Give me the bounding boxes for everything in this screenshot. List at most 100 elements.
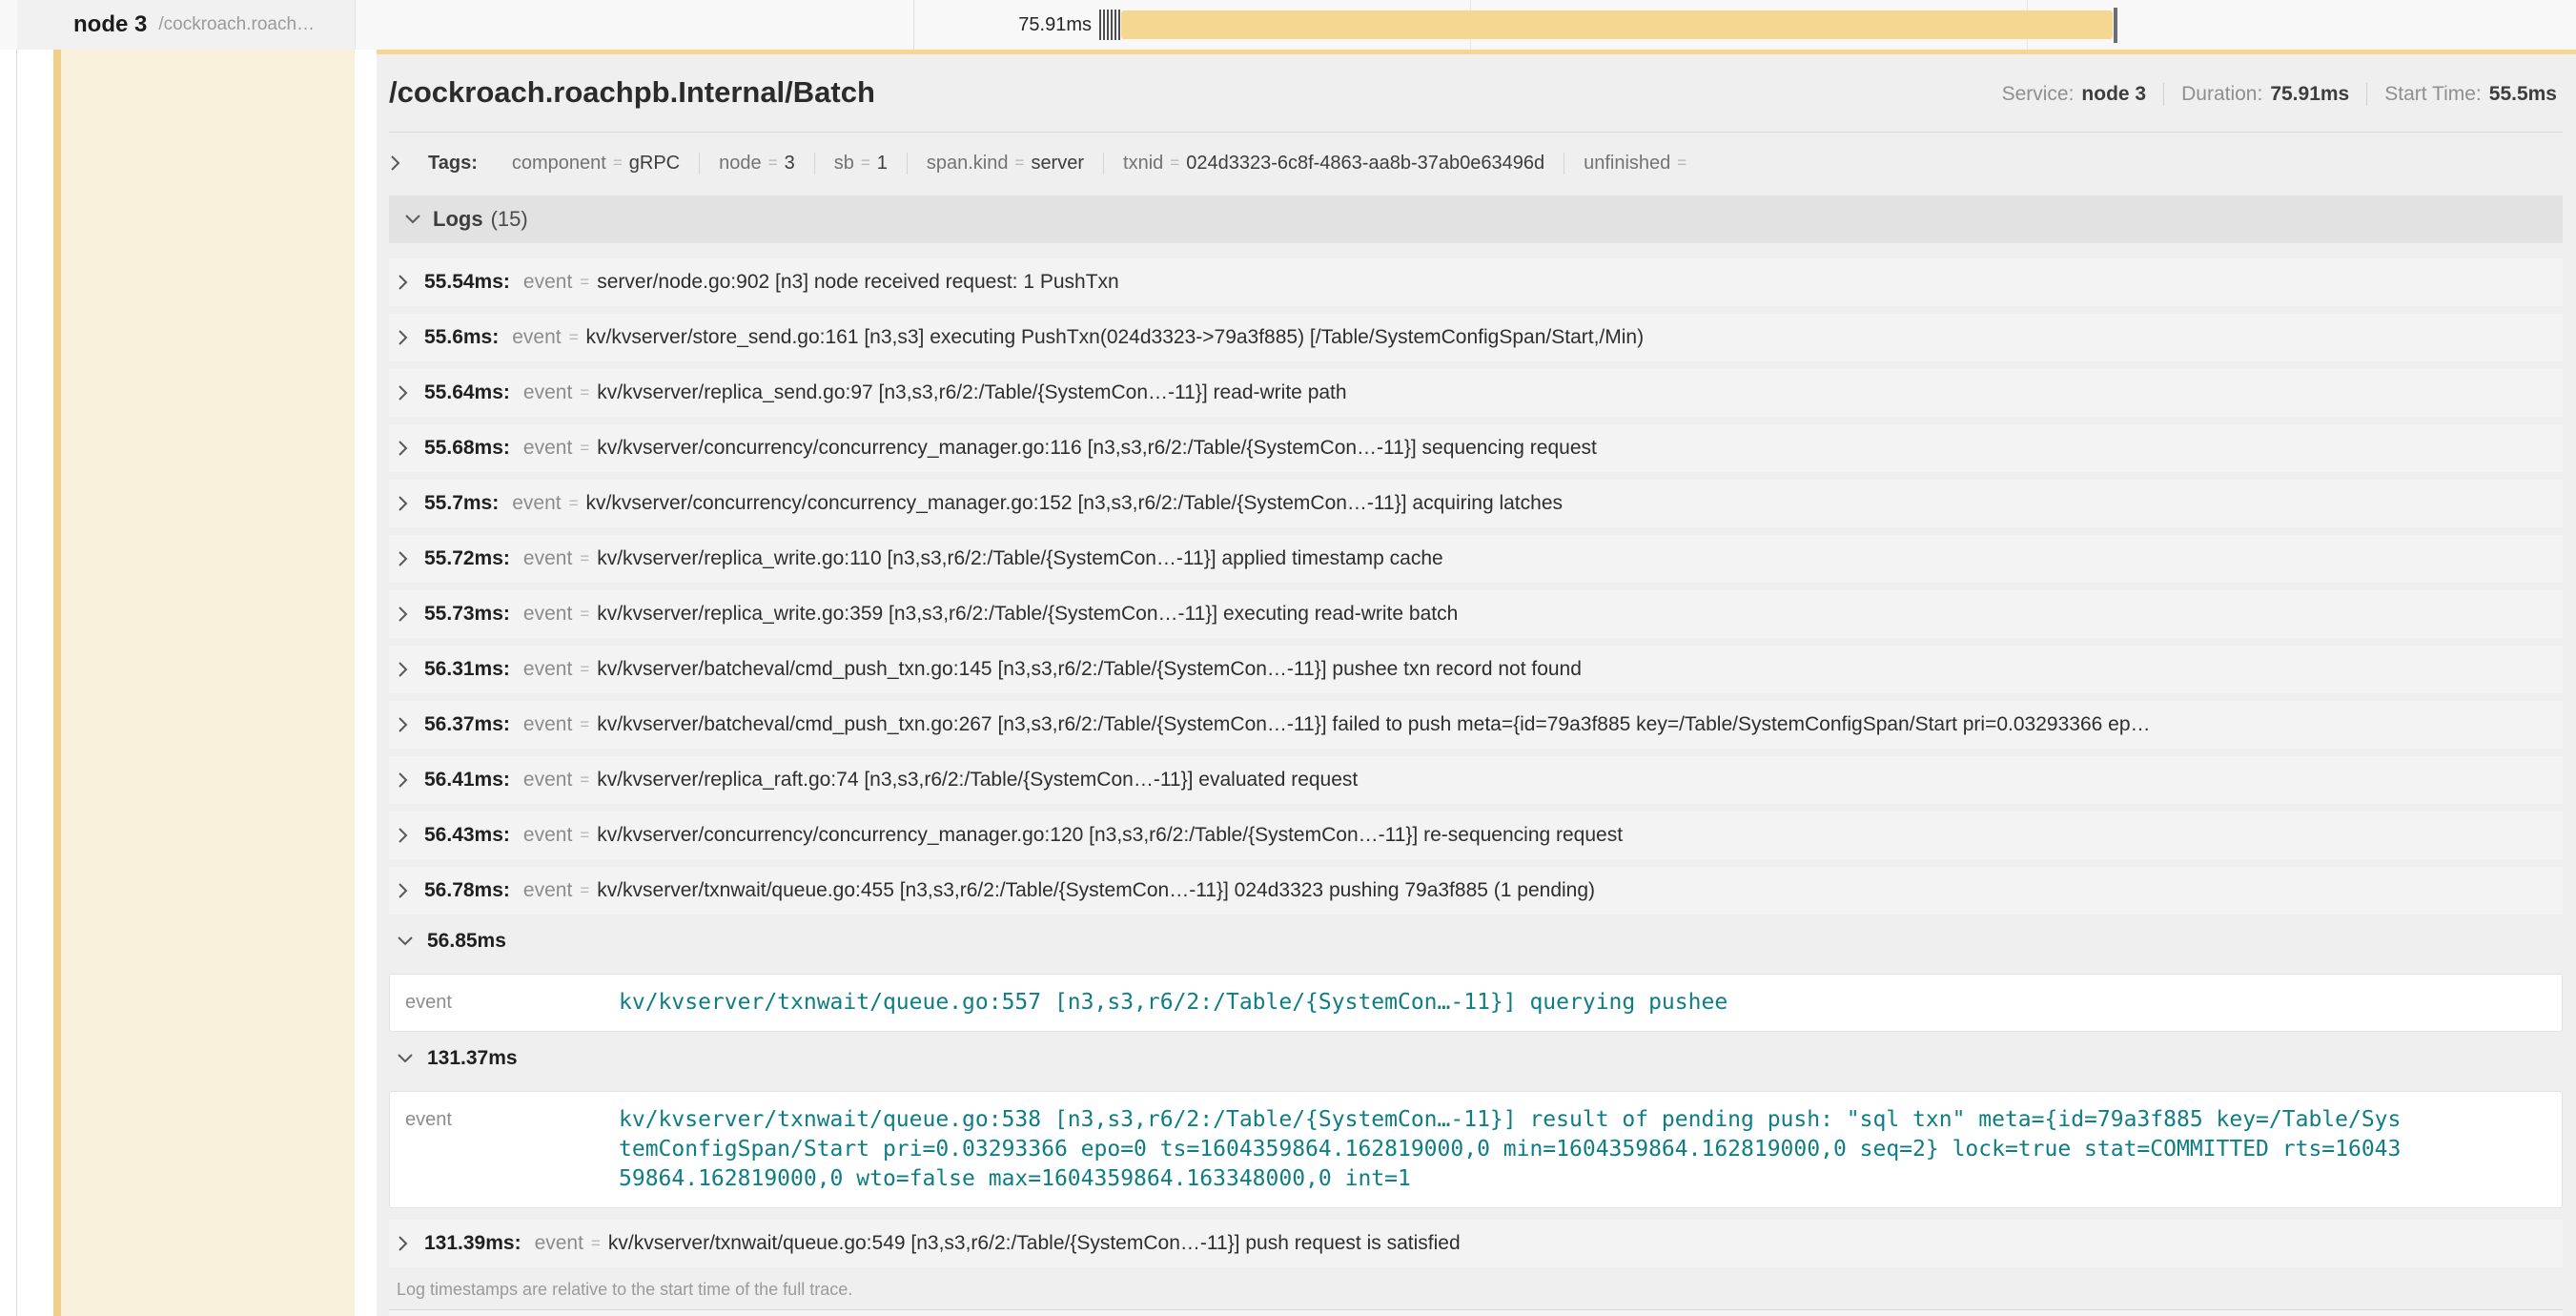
span-color-stripe [53,0,61,1316]
span-duration-bar[interactable] [1121,10,2113,39]
trace-span-row[interactable]: node 3 /cockroach.roach… 75.91ms [0,0,2576,50]
log-row[interactable]: 131.39ms: event = kv/kvserver/txnwait/qu… [389,1220,2563,1267]
log-field-value: kv/kvserver/txnwait/queue.go:557 [n3,s3,… [619,988,1728,1018]
meta-value: node 3 [2081,83,2146,106]
chevron-right-icon[interactable] [397,605,409,624]
log-timestamp: 55.73ms: [424,603,510,626]
equals-sign: = [569,494,579,513]
tag-value: 3 [785,153,795,175]
log-row[interactable]: 55.68ms: event = kv/kvserver/concurrency… [389,424,2563,472]
tag-value: 1 [877,153,888,175]
meta-separator [2163,83,2164,106]
log-row[interactable]: 56.37ms: event = kv/kvserver/batcheval/c… [389,701,2563,749]
chevron-right-icon[interactable] [397,881,409,900]
chevron-down-icon[interactable] [397,936,414,947]
log-field-key: event [523,437,572,460]
log-timestamp: 55.68ms: [424,437,510,460]
tags-row[interactable]: Tags: component = gRPC node = 3 sb = 1 s… [389,142,2563,184]
log-field-value: kv/kvserver/concurrency/concurrency_mana… [597,437,1597,460]
span-name-cell[interactable]: node 3 /cockroach.roach… [17,0,356,50]
span-meta: Service:node 3Duration:75.91msStart Time… [2002,83,2557,106]
chevron-right-icon[interactable] [397,549,409,568]
chevron-down-icon[interactable] [404,214,421,225]
log-row[interactable]: 55.64ms: event = kv/kvserver/replica_sen… [389,369,2563,417]
equals-sign: = [613,154,623,173]
log-field-value: kv/kvserver/batcheval/cmd_push_txn.go:26… [597,713,2150,736]
chevron-right-icon[interactable] [397,660,409,679]
log-field-value: kv/kvserver/replica_send.go:97 [n3,s3,r6… [597,381,1346,404]
log-field-key: event [523,879,572,902]
log-row[interactable]: 56.78ms: event = kv/kvserver/txnwait/que… [389,867,2563,915]
log-entry-expanded: 56.85ms event kv/kvserver/txnwait/queue.… [389,922,2563,1032]
span-timeline[interactable]: 75.91ms [357,0,2576,50]
logs-footer-note: Log timestamps are relative to the start… [389,1275,2563,1304]
log-field-key: event [523,713,572,736]
chevron-right-icon[interactable] [397,439,409,458]
equals-sign: = [1015,154,1025,173]
equals-sign: = [580,383,589,402]
span-service-name: node 3 [73,11,147,38]
equals-sign: = [580,549,589,568]
log-row[interactable]: 55.72ms: event = kv/kvserver/replica_wri… [389,535,2563,583]
logs-count: (15) [491,207,528,232]
log-field-value: kv/kvserver/concurrency/concurrency_mana… [586,492,1563,515]
log-timestamp: 56.41ms: [424,769,510,792]
meta-separator [2366,83,2367,106]
chevron-right-icon[interactable] [397,826,409,845]
span-operation-name: /cockroach.roach… [158,14,315,35]
chevron-right-icon[interactable] [397,273,409,292]
logs-section-header[interactable]: Logs (15) [389,195,2563,243]
log-timestamp: 56.78ms: [424,879,510,902]
equals-sign: = [1170,154,1179,173]
equals-sign: = [569,328,579,347]
chevron-right-icon[interactable] [397,715,409,734]
log-timestamp: 55.64ms: [424,381,510,404]
log-field-value: kv/kvserver/replica_raft.go:74 [n3,s3,r6… [597,769,1358,792]
chevron-right-icon[interactable] [397,494,409,513]
log-row[interactable]: 56.31ms: event = kv/kvserver/batcheval/c… [389,646,2563,693]
chevron-right-icon[interactable] [397,771,409,790]
log-field-value: kv/kvserver/store_send.go:161 [n3,s3] ex… [586,326,1645,349]
tag-value: gRPC [629,153,680,175]
log-row[interactable]: 55.6ms: event = kv/kvserver/store_send.g… [389,314,2563,361]
log-timestamp: 55.7ms: [424,492,499,515]
equals-sign: = [580,273,589,292]
tag-value: server [1031,153,1084,175]
tag-item: unfinished = [1564,153,1712,175]
span-detail-panel: /cockroach.roachpb.Internal/Batch Servic… [377,50,2576,1316]
chevron-down-icon[interactable] [397,1053,414,1064]
log-timestamp: 55.72ms: [424,547,510,570]
tag-key: sb [834,153,854,175]
chevron-right-icon[interactable] [389,154,401,173]
log-entry-header[interactable]: 56.85ms [389,922,2563,960]
log-field-key: event [523,824,572,847]
log-timestamp: 55.6ms: [424,326,499,349]
log-entry-header[interactable]: 131.37ms [389,1039,2563,1078]
span-detail-header: /cockroach.roachpb.Internal/Batch Servic… [389,54,2563,133]
log-row[interactable]: 56.41ms: event = kv/kvserver/replica_raf… [389,756,2563,804]
log-row[interactable]: 55.7ms: event = kv/kvserver/concurrency/… [389,480,2563,527]
tag-item: node = 3 [700,153,815,175]
log-row[interactable]: 55.54ms: event = server/node.go:902 [n3]… [389,258,2563,306]
log-row[interactable]: 55.73ms: event = kv/kvserver/replica_wri… [389,590,2563,638]
log-event-box: event kv/kvserver/txnwait/queue.go:538 [… [389,1091,2563,1208]
log-field-value: kv/kvserver/replica_write.go:359 [n3,s3,… [597,603,1458,626]
log-field-key: event [523,658,572,681]
tag-item: sb = 1 [815,153,908,175]
tag-key: component [512,153,606,175]
log-field-key: event [523,769,572,792]
equals-sign: = [861,154,870,173]
meta-value: 55.5ms [2489,83,2557,106]
log-row[interactable]: 56.43ms: event = kv/kvserver/concurrency… [389,812,2563,859]
meta-value: 75.91ms [2270,83,2349,106]
chevron-right-icon[interactable] [397,328,409,347]
chevron-right-icon[interactable] [397,383,409,402]
log-field-value: kv/kvserver/replica_write.go:110 [n3,s3,… [597,547,1443,570]
tag-item: txnid = 024d3323-6c8f-4863-aa8b-37ab0e63… [1104,153,1564,175]
chevron-right-icon[interactable] [397,1234,409,1253]
log-field-value: kv/kvserver/txnwait/queue.go:538 [n3,s3,… [619,1105,2401,1194]
tag-item: component = gRPC [493,153,700,175]
logs-footer-rule [389,1309,2563,1316]
equals-sign: = [580,660,589,679]
tag-key: unfinished [1584,153,1670,175]
